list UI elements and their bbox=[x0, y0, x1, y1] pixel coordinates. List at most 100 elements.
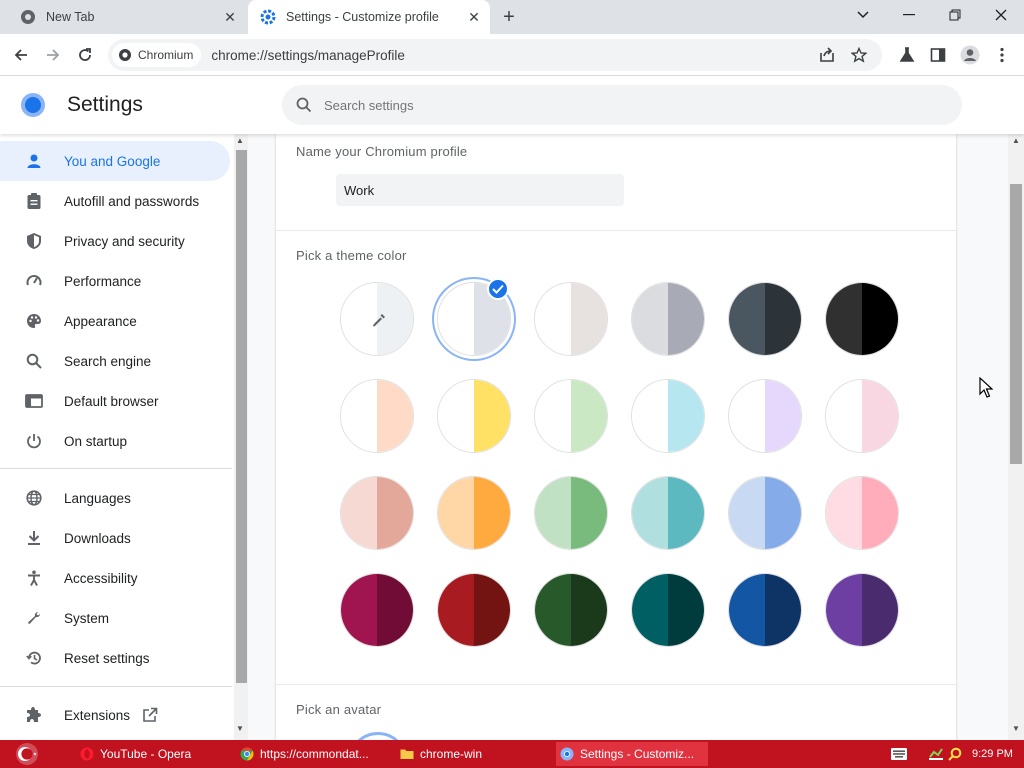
page-scrollbar-thumb[interactable] bbox=[1010, 184, 1022, 464]
theme-color-swatch[interactable] bbox=[728, 573, 802, 647]
theme-color-swatch[interactable] bbox=[631, 282, 705, 356]
profile-name-input[interactable] bbox=[336, 174, 624, 206]
theme-color-swatch[interactable] bbox=[534, 282, 608, 356]
theme-color-swatch[interactable] bbox=[340, 476, 414, 550]
scroll-down-arrow[interactable]: ▼ bbox=[1012, 724, 1020, 733]
theme-color-swatch[interactable] bbox=[728, 476, 802, 550]
theme-color-swatch[interactable] bbox=[728, 379, 802, 453]
history-icon bbox=[24, 648, 44, 668]
search-input[interactable] bbox=[324, 97, 924, 113]
reload-button[interactable] bbox=[72, 42, 98, 68]
palette-icon bbox=[24, 311, 44, 331]
theme-color-swatch[interactable] bbox=[534, 379, 608, 453]
restore-button[interactable] bbox=[932, 0, 978, 30]
settings-sidebar: You and Google Autofill and passwords Pr… bbox=[0, 134, 234, 740]
theme-color-swatch[interactable] bbox=[825, 476, 899, 550]
custom-color-picker-button[interactable] bbox=[340, 282, 414, 356]
theme-color-swatch[interactable] bbox=[534, 573, 608, 647]
close-window-button[interactable] bbox=[978, 0, 1024, 30]
sidebar-item-privacy[interactable]: Privacy and security bbox=[0, 221, 230, 261]
accessibility-icon bbox=[24, 568, 44, 588]
sidebar-item-system[interactable]: System bbox=[0, 598, 230, 638]
minimize-button[interactable] bbox=[886, 0, 932, 30]
sidebar-item-label: Appearance bbox=[64, 313, 137, 329]
sidebar-item-on-startup[interactable]: On startup bbox=[0, 421, 230, 461]
theme-color-swatch[interactable] bbox=[728, 282, 802, 356]
theme-color-swatch[interactable] bbox=[340, 379, 414, 453]
address-bar[interactable]: Chromium chrome://settings/manageProfile bbox=[108, 39, 882, 71]
theme-color-swatch[interactable] bbox=[825, 573, 899, 647]
side-panel-icon[interactable] bbox=[925, 42, 951, 68]
card-divider bbox=[276, 684, 956, 685]
taskbar-item-settings[interactable]: Settings - Customiz... bbox=[556, 742, 708, 766]
theme-color-swatch[interactable] bbox=[437, 476, 511, 550]
sidebar-item-accessibility[interactable]: Accessibility bbox=[0, 558, 230, 598]
browser-window-icon bbox=[24, 391, 44, 411]
theme-color-swatch[interactable] bbox=[631, 476, 705, 550]
sidebar-item-downloads[interactable]: Downloads bbox=[0, 518, 230, 558]
sidebar-item-label: You and Google bbox=[64, 153, 161, 169]
sidebar-item-label: Search engine bbox=[64, 353, 152, 369]
sidebar-item-reset-settings[interactable]: Reset settings bbox=[0, 638, 230, 678]
scroll-up-arrow[interactable]: ▲ bbox=[1012, 136, 1020, 145]
scroll-down-arrow[interactable]: ▼ bbox=[236, 724, 244, 733]
sidebar-item-autofill[interactable]: Autofill and passwords bbox=[0, 181, 230, 221]
theme-color-swatch[interactable] bbox=[631, 573, 705, 647]
avatar-option[interactable] bbox=[348, 732, 408, 740]
url-text[interactable]: chrome://settings/manageProfile bbox=[211, 48, 405, 63]
mouse-cursor-icon bbox=[979, 376, 994, 404]
theme-color-swatch[interactable] bbox=[437, 573, 511, 647]
close-icon[interactable]: ✕ bbox=[220, 7, 240, 27]
wrench-icon bbox=[24, 608, 44, 628]
eyedropper-icon bbox=[370, 311, 388, 329]
sidebar-item-default-browser[interactable]: Default browser bbox=[0, 381, 230, 421]
sidebar-item-extensions[interactable]: Extensions bbox=[0, 695, 230, 735]
kebab-menu-icon[interactable] bbox=[989, 42, 1015, 68]
close-icon[interactable]: ✕ bbox=[464, 7, 484, 27]
checkmark-icon bbox=[487, 278, 509, 300]
keyboard-icon[interactable] bbox=[890, 740, 908, 768]
sidebar-item-you-and-google[interactable]: You and Google bbox=[0, 141, 230, 181]
clock[interactable]: 9:29 PM bbox=[972, 740, 1013, 768]
sidebar-item-label: Default browser bbox=[64, 393, 159, 409]
power-icon bbox=[24, 431, 44, 451]
share-icon[interactable] bbox=[814, 39, 840, 71]
chromium-logo bbox=[21, 93, 45, 117]
settings-search[interactable] bbox=[282, 85, 962, 125]
search-tray-icon[interactable] bbox=[948, 740, 962, 768]
theme-color-swatch[interactable] bbox=[534, 476, 608, 550]
sidebar-item-label: Downloads bbox=[64, 530, 131, 546]
site-info-chip[interactable]: Chromium bbox=[112, 43, 202, 67]
taskbar-item-folder[interactable]: chrome-win bbox=[396, 742, 546, 766]
theme-color-swatch[interactable] bbox=[631, 379, 705, 453]
scroll-up-arrow[interactable]: ▲ bbox=[236, 136, 244, 145]
back-button[interactable] bbox=[8, 42, 34, 68]
theme-color-swatch[interactable] bbox=[825, 282, 899, 356]
tab-new-tab[interactable]: New Tab ✕ bbox=[8, 0, 246, 34]
new-tab-button[interactable]: + bbox=[498, 6, 520, 28]
taskbar-item-chrome[interactable]: https://commondat... bbox=[236, 742, 386, 766]
forward-button[interactable] bbox=[40, 42, 66, 68]
gauge-icon bbox=[24, 271, 44, 291]
theme-color-swatch[interactable] bbox=[825, 379, 899, 453]
profile-card: Name your Chromium profile Pick a theme … bbox=[276, 134, 956, 740]
sidebar-item-performance[interactable]: Performance bbox=[0, 261, 230, 301]
search-icon bbox=[24, 351, 44, 371]
tab-search-button[interactable] bbox=[840, 0, 886, 30]
taskbar-item-opera[interactable]: YouTube - Opera bbox=[76, 742, 226, 766]
start-button[interactable] bbox=[8, 740, 48, 768]
shield-icon bbox=[24, 231, 44, 251]
sidebar-item-search-engine[interactable]: Search engine bbox=[0, 341, 230, 381]
sidebar-item-languages[interactable]: Languages bbox=[0, 478, 230, 518]
profile-avatar-icon[interactable] bbox=[957, 42, 983, 68]
labs-flask-icon[interactable] bbox=[894, 42, 920, 68]
sidebar-item-label: Extensions bbox=[64, 707, 131, 723]
theme-color-swatch[interactable] bbox=[437, 379, 511, 453]
tab-settings[interactable]: Settings - Customize profile ✕ bbox=[248, 0, 490, 34]
sidebar-scrollbar-thumb[interactable] bbox=[236, 150, 247, 683]
bookmark-star-icon[interactable] bbox=[846, 39, 872, 71]
sidebar-item-appearance[interactable]: Appearance bbox=[0, 301, 230, 341]
restore-icon bbox=[949, 9, 961, 21]
network-icon[interactable] bbox=[928, 740, 944, 768]
theme-color-swatch[interactable] bbox=[340, 573, 414, 647]
